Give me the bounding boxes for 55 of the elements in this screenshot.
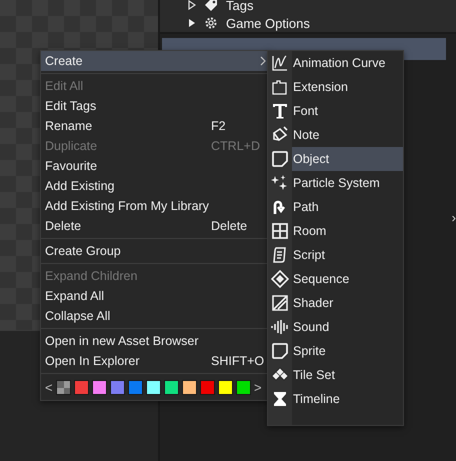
menu-item[interactable]: Create bbox=[41, 51, 269, 71]
color-swatch[interactable] bbox=[110, 380, 125, 394]
no-color-swatch[interactable] bbox=[56, 380, 71, 394]
diamond-icon bbox=[271, 270, 289, 288]
menu-item[interactable]: Rename F2 bbox=[41, 116, 269, 136]
color-swatch[interactable] bbox=[218, 380, 233, 394]
submenu-item[interactable]: Animation Curve bbox=[292, 51, 403, 75]
color-swatch[interactable] bbox=[92, 380, 107, 394]
color-swatch[interactable] bbox=[128, 380, 143, 394]
color-swatch[interactable] bbox=[164, 380, 179, 394]
brush-icon bbox=[271, 126, 289, 144]
menu-item[interactable]: Delete Delete bbox=[41, 216, 269, 236]
color-swatch[interactable] bbox=[182, 380, 197, 394]
puzzle-icon bbox=[271, 78, 289, 96]
scroll-icon bbox=[271, 246, 289, 264]
expand-arrow[interactable]: › bbox=[452, 210, 456, 225]
previous-colors-button[interactable]: < bbox=[45, 380, 53, 394]
menu-item[interactable]: Add Existing bbox=[41, 176, 269, 196]
menu-item[interactable]: Favourite bbox=[41, 156, 269, 176]
menu-item[interactable]: Collapse All bbox=[41, 306, 269, 326]
submenu-item[interactable]: Object bbox=[292, 147, 403, 171]
color-swatch[interactable] bbox=[200, 380, 215, 394]
menu-item[interactable]: Expand All bbox=[41, 286, 269, 306]
submenu-item[interactable]: Note bbox=[292, 123, 403, 147]
submenu-item[interactable]: Sound bbox=[292, 315, 403, 339]
submenu-item[interactable]: Shader bbox=[292, 291, 403, 315]
sparkle-icon bbox=[271, 174, 289, 192]
submenu-item[interactable]: Particle System bbox=[292, 171, 403, 195]
tree-item-label[interactable]: Tags bbox=[226, 0, 254, 12]
submenu-item[interactable]: Room bbox=[292, 219, 403, 243]
tree-item-label[interactable]: Game Options bbox=[226, 16, 310, 30]
next-colors-button[interactable]: > bbox=[254, 380, 262, 394]
submenu-item[interactable]: Sequence bbox=[292, 267, 403, 291]
chevron-right-icon bbox=[260, 56, 266, 66]
grid-icon bbox=[271, 222, 289, 240]
menu-item[interactable]: Add Existing From My Library bbox=[41, 196, 269, 216]
submenu-item[interactable]: Path bbox=[292, 195, 403, 219]
color-swatch[interactable] bbox=[74, 380, 89, 394]
submenu-item[interactable]: Extension bbox=[292, 75, 403, 99]
submenu-item[interactable]: Tile Set bbox=[292, 363, 403, 387]
menu-item[interactable]: Open in new Asset Browser bbox=[41, 331, 269, 351]
submenu-item[interactable]: Script bbox=[292, 243, 403, 267]
sound-wave-icon bbox=[271, 318, 289, 336]
submenu-item[interactable]: Font bbox=[292, 99, 403, 123]
menu-item[interactable]: Open In Explorer SHIFT+O bbox=[41, 351, 269, 371]
color-swatch[interactable] bbox=[146, 380, 161, 394]
submenu-item[interactable]: Timeline bbox=[292, 387, 403, 411]
menu-item[interactable]: Edit Tags bbox=[41, 96, 269, 116]
submenu-item[interactable]: Sprite bbox=[292, 339, 403, 363]
menu-item[interactable]: Create Group bbox=[41, 241, 269, 261]
hourglass-icon bbox=[271, 390, 289, 408]
color-swatch[interactable] bbox=[236, 380, 251, 394]
gear-icon bbox=[204, 16, 218, 30]
letter-t-icon bbox=[271, 102, 289, 120]
chart-line-icon bbox=[271, 54, 289, 72]
